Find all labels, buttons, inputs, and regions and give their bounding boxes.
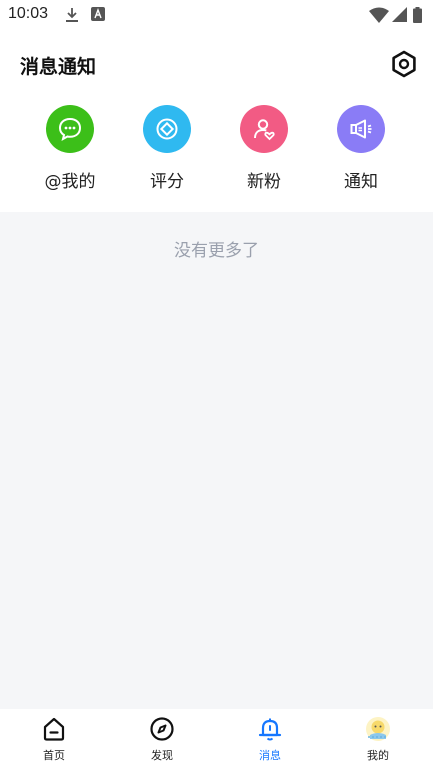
signal-icon — [392, 7, 407, 22]
category-mentions[interactable]: @我的 — [25, 105, 115, 195]
category-label: @我的 — [44, 172, 96, 192]
tab-me[interactable]: 我的 — [324, 709, 432, 771]
megaphone-icon — [350, 119, 372, 139]
tab-label: 发现 — [151, 749, 173, 762]
category-label: 通知 — [344, 172, 378, 192]
category-rating[interactable]: 评分 — [122, 105, 212, 195]
tab-discover[interactable]: 发现 — [108, 709, 216, 771]
a-font-icon — [91, 7, 105, 21]
category-mentions-badge — [46, 105, 94, 153]
bottom-tab-bar: 首页 发现 消息 我的 — [0, 709, 433, 771]
settings-button[interactable] — [390, 50, 418, 78]
category-label: 评分 — [150, 172, 184, 192]
download-icon — [66, 8, 78, 22]
category-announcements[interactable]: 通知 — [316, 105, 406, 195]
category-new-followers-badge — [240, 105, 288, 153]
tab-messages[interactable]: 消息 — [216, 709, 324, 771]
category-label: 新粉 — [247, 172, 281, 192]
tab-label: 消息 — [259, 749, 281, 762]
tab-label: 首页 — [43, 749, 65, 762]
notification-header: 消息通知 @我的 评分 新粉 通知 — [0, 30, 433, 212]
wifi-icon — [369, 7, 389, 23]
bell-icon — [258, 718, 282, 741]
category-new-followers[interactable]: 新粉 — [219, 105, 309, 195]
page-title: 消息通知 — [20, 56, 97, 78]
category-rating-badge — [143, 105, 191, 153]
status-time: 10:03 — [8, 5, 49, 22]
new-follower-icon — [254, 119, 275, 141]
category-announcements-badge — [337, 105, 385, 153]
tab-home[interactable]: 首页 — [0, 709, 108, 771]
battery-icon — [413, 7, 422, 23]
rating-icon — [156, 118, 178, 140]
chat-bubble-icon — [58, 117, 82, 141]
status-bar: 10:03 — [0, 0, 433, 30]
empty-state-text: 没有更多了 — [174, 241, 259, 261]
gear-icon — [392, 50, 416, 78]
tab-label: 我的 — [367, 749, 389, 762]
compass-icon — [150, 717, 174, 741]
home-icon — [43, 717, 65, 741]
avatar-icon — [366, 717, 390, 741]
